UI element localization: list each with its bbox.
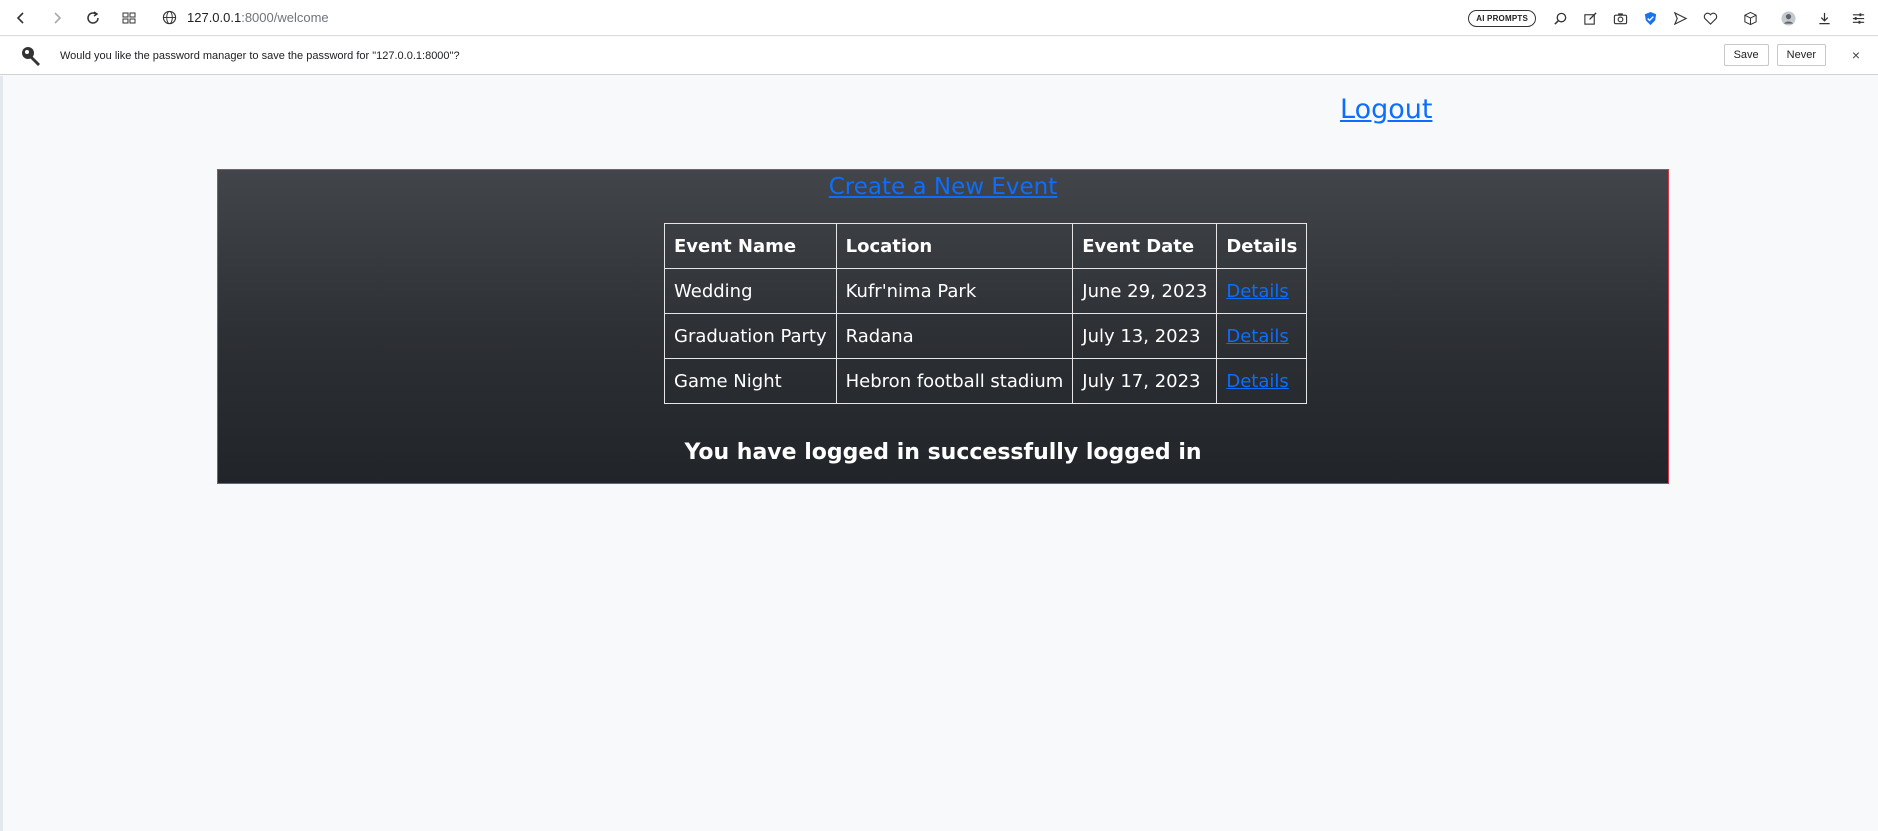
download-icon[interactable] (1814, 8, 1834, 28)
settings-sliders-icon[interactable] (1848, 8, 1868, 28)
key-icon (20, 45, 42, 67)
edit-icon[interactable] (1580, 8, 1600, 28)
tabs-grid-button[interactable] (114, 3, 144, 33)
ai-prompts-button[interactable]: AI PROMPTS (1468, 9, 1536, 27)
column-header-details: Details (1216, 223, 1308, 269)
logout-link[interactable]: Logout (1340, 94, 1432, 125)
details-link[interactable]: Details (1226, 281, 1288, 302)
create-event-container: Create a New Event (218, 174, 1668, 200)
event-date-cell: June 29, 2023 (1072, 268, 1218, 314)
send-icon[interactable] (1670, 8, 1690, 28)
back-button[interactable] (6, 3, 36, 33)
details-link[interactable]: Details (1226, 371, 1288, 392)
event-date-cell: July 13, 2023 (1072, 313, 1218, 359)
column-header-location: Location (835, 223, 1074, 269)
login-success-message: You have logged in successfully logged i… (684, 440, 1202, 465)
camera-icon[interactable] (1610, 8, 1630, 28)
event-date-cell: July 17, 2023 (1072, 358, 1218, 404)
details-cell: Details (1216, 358, 1308, 404)
details-cell: Details (1216, 268, 1308, 314)
details-link[interactable]: Details (1226, 326, 1288, 347)
table-header-row: Event Name Location Event Date Details (664, 223, 1308, 269)
location-cell: Hebron football stadium (835, 358, 1074, 404)
password-save-message: Would you like the password manager to s… (60, 49, 460, 62)
table-row: Wedding Kufr'nima Park June 29, 2023 Det… (664, 268, 1308, 314)
url-host: 127.0.0.1 (187, 10, 242, 25)
page-left-edge (0, 76, 3, 831)
events-panel: Create a New Event Event Name Location E… (217, 169, 1669, 484)
location-cell: Kufr'nima Park (835, 268, 1074, 314)
back-arrow-icon (16, 11, 24, 24)
table-row: Game Night Hebron football stadium July … (664, 358, 1308, 404)
forward-button[interactable] (42, 3, 72, 33)
event-name-cell: Wedding (664, 268, 837, 314)
event-name-cell: Game Night (664, 358, 837, 404)
never-save-button[interactable]: Never (1776, 44, 1826, 66)
save-password-button[interactable]: Save (1723, 44, 1769, 66)
url-path: :8000/welcome (241, 10, 329, 25)
reload-button[interactable] (78, 3, 108, 33)
globe-icon (162, 10, 177, 25)
password-save-bar: Would you like the password manager to s… (0, 37, 1878, 75)
table-row: Graduation Party Radana July 13, 2023 De… (664, 313, 1308, 359)
cube-icon[interactable] (1740, 8, 1760, 28)
password-bar-actions: Save Never × (1723, 44, 1864, 66)
grid-icon (122, 12, 136, 23)
toolbar-actions: AI PROMPTS (1468, 0, 1868, 36)
close-icon[interactable]: × (1848, 47, 1864, 63)
zoom-search-icon[interactable] (1550, 8, 1570, 28)
url-text[interactable]: 127.0.0.1:8000/welcome (187, 10, 329, 25)
column-header-event-name: Event Name (664, 223, 837, 269)
reload-icon (87, 10, 99, 24)
create-event-link[interactable]: Create a New Event (829, 174, 1058, 200)
event-name-cell: Graduation Party (664, 313, 837, 359)
profile-avatar-icon[interactable] (1778, 8, 1798, 28)
column-header-event-date: Event Date (1072, 223, 1218, 269)
events-table: Event Name Location Event Date Details W… (664, 223, 1308, 404)
address-bar[interactable]: 127.0.0.1:8000/welcome (162, 4, 329, 32)
heart-icon[interactable] (1700, 8, 1720, 28)
forward-arrow-icon (54, 11, 62, 24)
browser-toolbar: 127.0.0.1:8000/welcome AI PROMPTS (0, 0, 1878, 36)
details-cell: Details (1216, 313, 1308, 359)
location-cell: Radana (835, 313, 1074, 359)
shield-check-icon[interactable] (1640, 8, 1660, 28)
